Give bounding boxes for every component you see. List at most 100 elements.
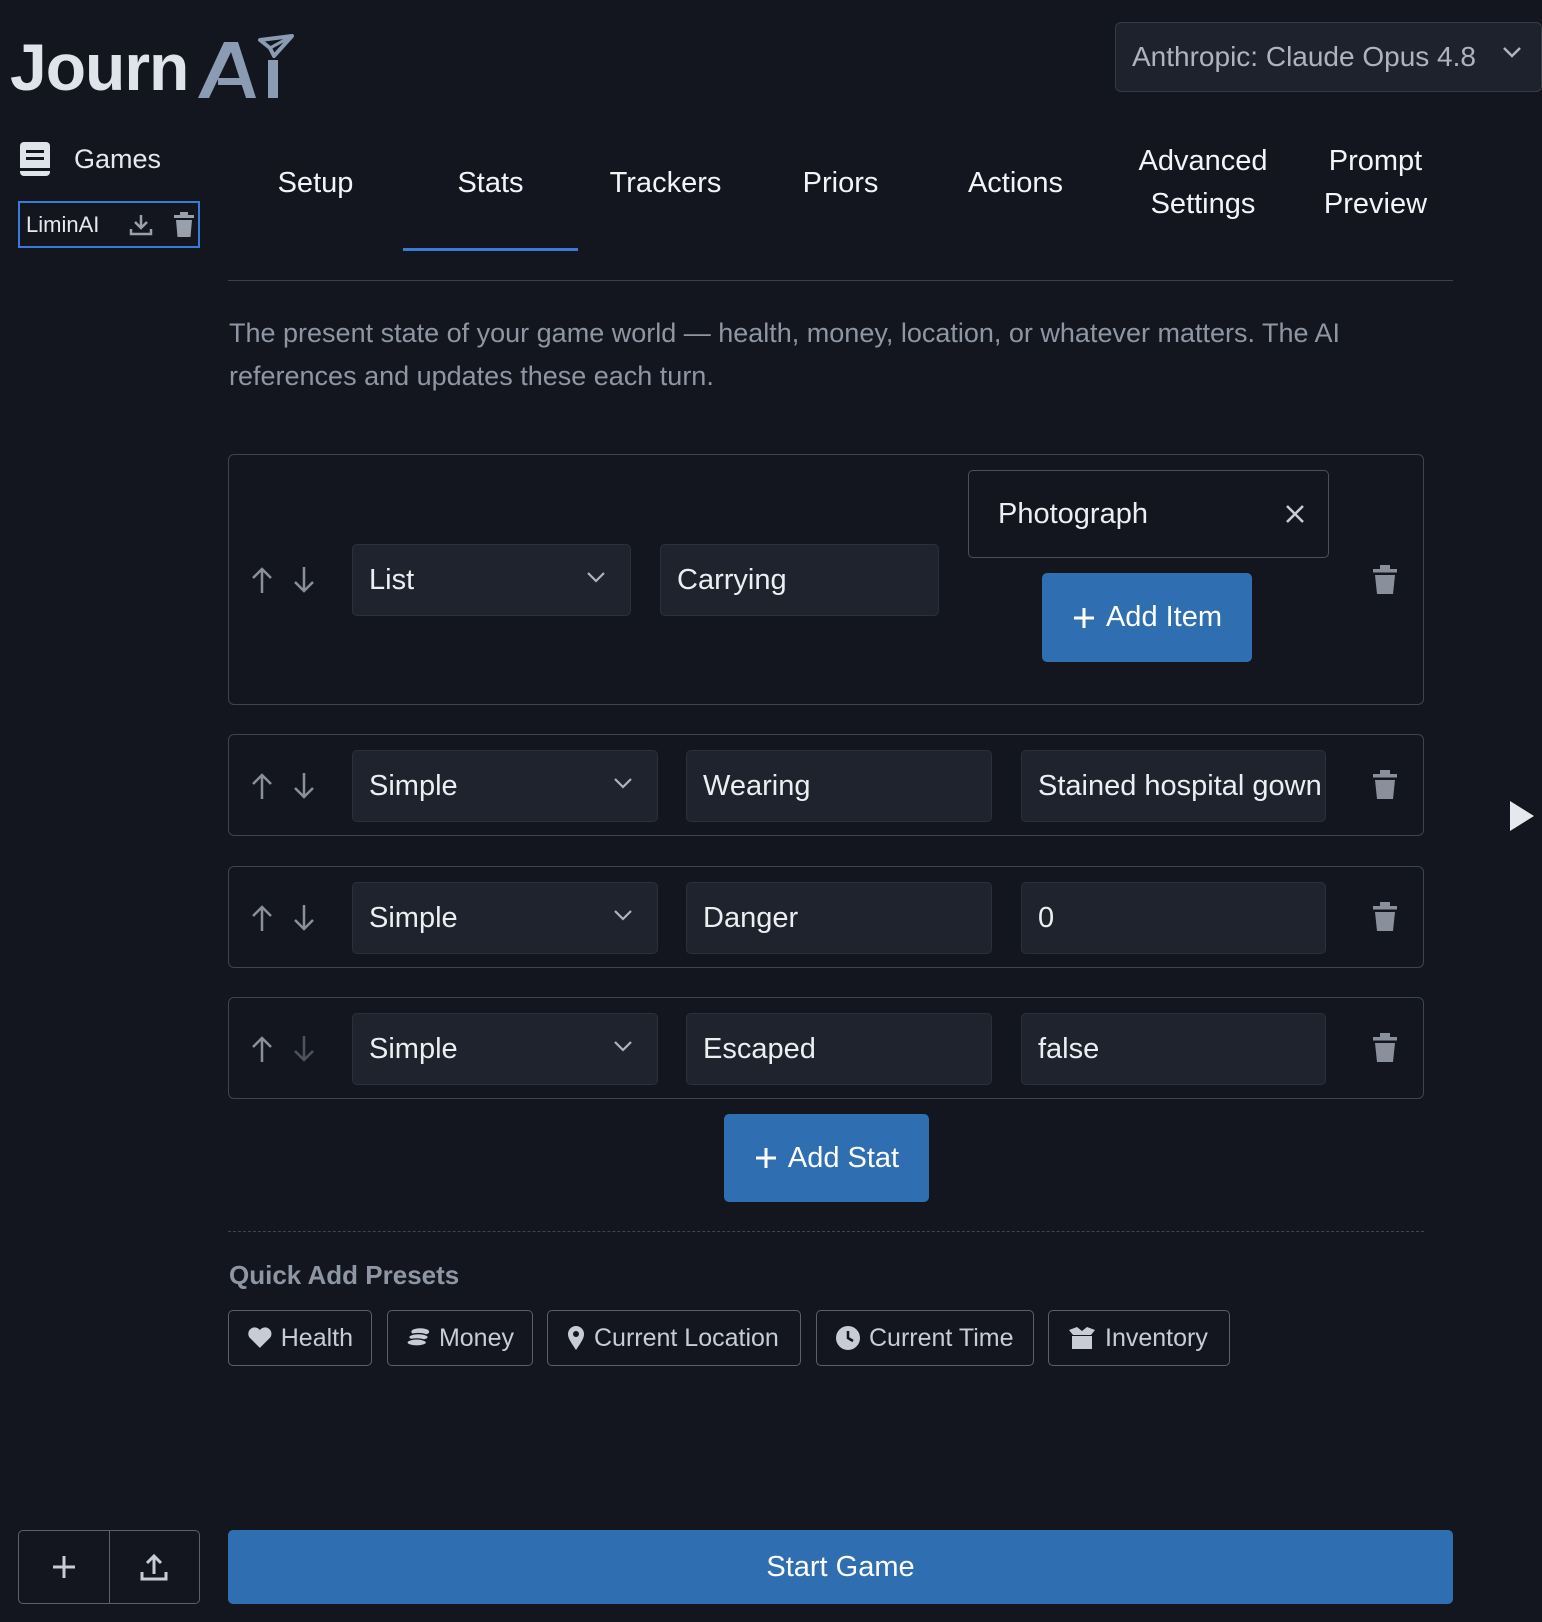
close-icon[interactable] bbox=[1284, 503, 1306, 525]
tab-setup[interactable]: Setup bbox=[228, 162, 403, 205]
heart-icon bbox=[248, 1327, 272, 1348]
stat-value: false bbox=[1038, 1032, 1100, 1065]
trash-icon[interactable] bbox=[1372, 770, 1398, 800]
tab-advanced-settings[interactable]: Advanced Settings bbox=[1118, 140, 1288, 226]
preset-current-time-button[interactable]: Current Time bbox=[816, 1310, 1034, 1366]
coins-icon bbox=[406, 1328, 430, 1347]
stat-name-input[interactable]: Wearing bbox=[686, 750, 992, 822]
stat-row: Simple Wearing Stained hospital gown bbox=[228, 734, 1424, 836]
preset-money-button[interactable]: Money bbox=[387, 1310, 533, 1366]
book-icon bbox=[20, 142, 50, 176]
arrow-down-icon bbox=[294, 1036, 314, 1062]
game-name: LiminAI bbox=[26, 211, 100, 237]
start-game-label: Start Game bbox=[766, 1550, 915, 1583]
stat-row: Simple Escaped false bbox=[228, 997, 1424, 1099]
model-select[interactable]: Anthropic: Claude Opus 4.8 bbox=[1115, 22, 1542, 92]
chevron-down-icon bbox=[614, 778, 632, 789]
tabs-divider bbox=[228, 280, 1453, 281]
stat-name-value: Carrying bbox=[677, 563, 787, 596]
stat-name-input[interactable]: Escaped bbox=[686, 1013, 992, 1085]
import-game-button[interactable] bbox=[110, 1531, 200, 1603]
stat-type-select[interactable]: List bbox=[352, 544, 631, 616]
stat-type-value: List bbox=[369, 563, 415, 596]
reorder-controls bbox=[249, 1034, 317, 1064]
stat-value-input[interactable]: false bbox=[1021, 1013, 1326, 1085]
model-select-value: Anthropic: Claude Opus 4.8 bbox=[1132, 41, 1476, 72]
presets-title: Quick Add Presets bbox=[229, 1260, 460, 1290]
stat-row: List Carrying Photograph Add Item bbox=[228, 454, 1424, 705]
stat-type-select[interactable]: Simple bbox=[352, 882, 658, 954]
preset-health-button[interactable]: Health bbox=[228, 1310, 372, 1366]
preset-label: Health bbox=[280, 1323, 353, 1352]
arrow-down-icon[interactable] bbox=[291, 565, 317, 595]
add-stat-button[interactable]: Add Stat bbox=[724, 1114, 929, 1202]
stat-type-value: Simple bbox=[369, 901, 458, 934]
tab-actions[interactable]: Actions bbox=[928, 162, 1103, 205]
plus-icon bbox=[1073, 607, 1094, 628]
trash-icon[interactable] bbox=[172, 211, 196, 238]
arrow-down-icon[interactable] bbox=[291, 771, 317, 801]
preset-label: Inventory bbox=[1105, 1323, 1208, 1352]
trash-icon[interactable] bbox=[1372, 902, 1398, 932]
chevron-down-icon bbox=[614, 910, 632, 921]
app-logo: Journ bbox=[10, 20, 295, 104]
reorder-controls bbox=[249, 903, 317, 933]
stat-value: Stained hospital gown bbox=[1038, 769, 1322, 802]
list-item[interactable]: Photograph bbox=[968, 470, 1329, 558]
list-item-value: Photograph bbox=[998, 497, 1148, 530]
add-item-button[interactable]: Add Item bbox=[1042, 573, 1252, 662]
stat-value-input[interactable]: 0 bbox=[1021, 882, 1326, 954]
stat-type-select[interactable]: Simple bbox=[352, 1013, 658, 1085]
stat-type-select[interactable]: Simple bbox=[352, 750, 658, 822]
logo-text: Journ bbox=[10, 30, 189, 104]
chevron-down-icon bbox=[587, 572, 605, 583]
trash-icon[interactable] bbox=[1372, 1033, 1398, 1063]
stat-name-input[interactable]: Danger bbox=[686, 882, 992, 954]
active-tab-indicator bbox=[403, 248, 578, 251]
chevron-down-icon bbox=[614, 1041, 632, 1052]
games-label: Games bbox=[74, 143, 162, 174]
arrow-down-icon[interactable] bbox=[291, 903, 317, 933]
preset-inventory-button[interactable]: Inventory bbox=[1048, 1310, 1230, 1366]
stats-description: The present state of your game world — h… bbox=[229, 318, 1341, 391]
games-header: Games bbox=[18, 140, 161, 178]
tab-prompt-preview[interactable]: Prompt Preview bbox=[1288, 140, 1463, 226]
stat-name-value: Danger bbox=[703, 901, 799, 934]
add-item-label: Add Item bbox=[1105, 601, 1223, 633]
arrow-up-icon[interactable] bbox=[249, 771, 275, 801]
stat-row: Simple Danger 0 bbox=[228, 866, 1424, 968]
stat-type-value: Simple bbox=[369, 769, 458, 802]
play-icon[interactable] bbox=[1507, 798, 1537, 834]
preset-current-location-button[interactable]: Current Location bbox=[547, 1310, 801, 1366]
plus-icon bbox=[755, 1148, 776, 1168]
new-game-button[interactable] bbox=[19, 1531, 110, 1603]
section-divider bbox=[228, 1231, 1424, 1232]
tab-trackers[interactable]: Trackers bbox=[578, 162, 753, 205]
tab-priors[interactable]: Priors bbox=[753, 162, 928, 205]
reorder-controls bbox=[249, 565, 317, 595]
sidebar-game-liminai[interactable]: LiminAI bbox=[18, 201, 200, 248]
stat-name-value: Escaped bbox=[703, 1032, 816, 1065]
clock-icon bbox=[836, 1326, 860, 1350]
upload-icon bbox=[140, 1553, 168, 1581]
stat-value-input[interactable]: Stained hospital gown bbox=[1021, 750, 1326, 822]
chevron-down-icon bbox=[1503, 47, 1521, 58]
download-icon[interactable] bbox=[128, 212, 154, 238]
preset-label: Current Time bbox=[869, 1323, 1014, 1352]
arrow-up-icon[interactable] bbox=[249, 565, 275, 595]
add-stat-label: Add Stat bbox=[787, 1141, 900, 1174]
preset-label: Money bbox=[438, 1323, 514, 1352]
arrow-up-icon[interactable] bbox=[249, 903, 275, 933]
map-pin-icon bbox=[568, 1326, 584, 1350]
tab-stats[interactable]: Stats bbox=[403, 162, 578, 205]
logo-ai-mark bbox=[198, 34, 295, 98]
plus-icon bbox=[52, 1556, 75, 1578]
start-game-button[interactable]: Start Game bbox=[228, 1530, 1453, 1604]
trash-icon[interactable] bbox=[1372, 565, 1398, 595]
tab-bar: Setup Stats Trackers Priors Actions Adva… bbox=[228, 140, 1453, 281]
arrow-up-icon[interactable] bbox=[249, 1034, 275, 1064]
stat-name-input[interactable]: Carrying bbox=[660, 544, 939, 616]
stat-type-value: Simple bbox=[369, 1032, 458, 1065]
stat-value: 0 bbox=[1038, 901, 1055, 934]
stat-name-value: Wearing bbox=[703, 769, 811, 802]
